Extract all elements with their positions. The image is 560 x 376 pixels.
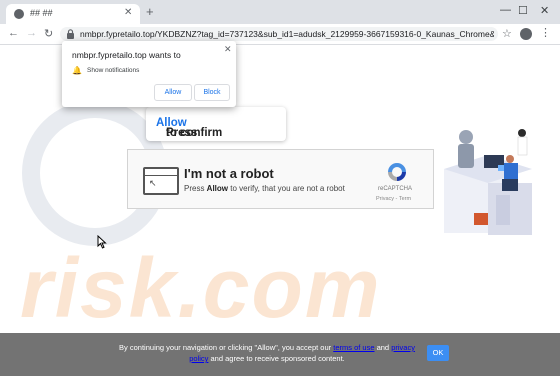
recaptcha-brand: reCAPTCHA <box>378 186 413 192</box>
popup-close-icon[interactable]: ✕ <box>224 44 232 55</box>
tab-close-icon[interactable]: ✕ <box>124 7 132 18</box>
browser-window: ## ## ✕ + — ☐ ✕ ← → ↻ nmbpr.fypretailo.t… <box>0 0 560 376</box>
consent-banner: By continuing your navigation or clickin… <box>0 333 560 376</box>
ok-button[interactable]: OK <box>427 345 449 361</box>
browser-tab[interactable]: ## ## ✕ <box>6 4 140 24</box>
browser-window-icon: ↖ <box>143 167 179 195</box>
block-button[interactable]: Block <box>194 84 230 101</box>
bell-icon: 🔔 <box>72 66 82 75</box>
fake-captcha-box[interactable]: ↖ I'm not a robot Press Allow to verify,… <box>127 149 434 209</box>
maximize-icon[interactable]: ☐ <box>518 4 528 17</box>
banner-text: By continuing your navigation or clickin… <box>119 343 415 363</box>
address-bar[interactable]: nmbpr.fypretailo.top/YKDBZNZ?tag_id=7371… <box>60 27 498 41</box>
lock-icon <box>67 29 74 39</box>
notification-permission-popup: nmbpr.fypretailo.top wants to ✕ 🔔 Show n… <box>62 41 236 107</box>
press-after: to confirm <box>166 127 223 139</box>
mouse-cursor-icon <box>97 235 107 249</box>
back-arrow-icon[interactable]: ← <box>8 27 19 39</box>
window-close-icon[interactable]: ✕ <box>540 4 549 17</box>
reload-icon[interactable]: ↻ <box>44 27 53 40</box>
recaptcha-links[interactable]: Privacy - Term <box>376 196 411 202</box>
captcha-title: I'm not a robot <box>184 166 274 181</box>
tab-strip: ## ## ✕ + — ☐ ✕ <box>0 0 560 24</box>
account-icon[interactable] <box>520 28 532 40</box>
bookmark-star-icon[interactable]: ☆ <box>502 27 512 40</box>
url-text: nmbpr.fypretailo.top/YKDBZNZ?tag_id=7371… <box>80 29 494 39</box>
forward-arrow-icon[interactable]: → <box>26 27 37 39</box>
globe-icon <box>14 9 24 19</box>
office-robot-illustration <box>444 129 532 235</box>
tab-title: ## ## <box>30 8 53 18</box>
allow-button[interactable]: Allow <box>154 84 192 101</box>
menu-kebab-icon[interactable]: ⋮ <box>540 26 551 39</box>
new-tab-plus-icon[interactable]: + <box>146 4 154 19</box>
press-allow-prompt: Press Allow to confirm <box>146 107 286 141</box>
captcha-allow-word: Allow <box>206 184 229 193</box>
minimize-icon[interactable]: — <box>500 4 511 16</box>
popup-title: nmbpr.fypretailo.top wants to <box>72 50 181 60</box>
terms-link[interactable]: terms of use <box>333 343 374 352</box>
popup-message: Show notifications <box>87 67 140 74</box>
recaptcha-logo-icon <box>388 163 406 181</box>
captcha-subtitle: Press Allow to verify, that you are not … <box>184 184 345 193</box>
watermark-text: risk.com <box>20 241 382 335</box>
